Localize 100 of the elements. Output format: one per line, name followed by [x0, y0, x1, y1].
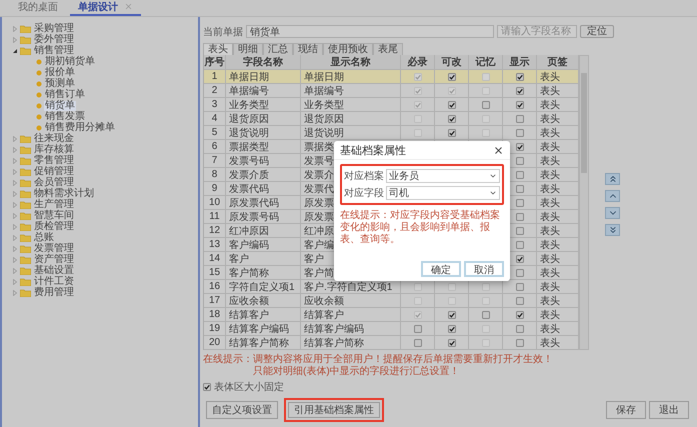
checkbox[interactable] [516, 338, 524, 346]
checkbox[interactable] [516, 156, 524, 164]
collapsed-triangle-icon[interactable] [12, 268, 18, 274]
checkbox[interactable] [516, 184, 524, 192]
checkbox[interactable] [516, 296, 524, 304]
section-tab[interactable]: 表头 [203, 43, 233, 55]
select-field[interactable]: 业务员 [386, 169, 500, 183]
tree-item[interactable]: 质检管理 [33, 222, 75, 232]
checkbox[interactable] [448, 128, 456, 136]
move-bottom-button[interactable] [605, 224, 620, 236]
dialog-button[interactable]: 确定 [421, 261, 461, 277]
tree-item[interactable]: 库存核算 [33, 144, 75, 154]
tree-item[interactable]: 销货单 [44, 100, 76, 110]
tree-item[interactable]: 预测单 [44, 78, 76, 88]
close-icon[interactable] [493, 144, 504, 156]
collapsed-triangle-icon[interactable] [12, 36, 18, 42]
collapsed-triangle-icon[interactable] [12, 190, 18, 196]
tree-item[interactable]: 销售发票 [44, 112, 86, 122]
checkbox[interactable] [516, 142, 524, 150]
select-field[interactable]: 司机 [386, 186, 500, 200]
collapsed-triangle-icon[interactable] [12, 158, 18, 164]
tree-item[interactable]: 采购管理 [33, 24, 75, 34]
tree-item[interactable]: 报价单 [44, 68, 76, 78]
scrollbar[interactable] [579, 55, 589, 350]
section-tab[interactable]: 明细 [233, 43, 263, 55]
collapsed-triangle-icon[interactable] [12, 26, 18, 32]
checkbox[interactable] [516, 212, 524, 220]
checkbox[interactable] [516, 72, 524, 80]
page-tab[interactable]: 我的桌面 [10, 0, 66, 16]
tree-item[interactable]: 资产管理 [33, 254, 75, 264]
action-button[interactable]: 退出 [649, 401, 689, 419]
checkbox[interactable] [516, 324, 524, 332]
checkbox[interactable] [448, 324, 456, 332]
locate-button[interactable]: 定位 [580, 25, 614, 38]
tree-item[interactable]: 智慧车间 [33, 210, 75, 220]
tree-item[interactable]: 委外管理 [33, 34, 75, 44]
checkbox[interactable] [482, 100, 490, 108]
tree-item[interactable]: 往来现金 [33, 134, 75, 144]
section-tab[interactable]: 表尾 [373, 43, 403, 55]
checkbox[interactable] [414, 338, 422, 346]
checkbox[interactable] [516, 100, 524, 108]
checkbox[interactable] [516, 254, 524, 262]
section-tab[interactable]: 现结 [293, 43, 323, 55]
collapsed-triangle-icon[interactable] [12, 146, 18, 152]
tree-item[interactable]: 发票管理 [33, 244, 75, 254]
collapsed-triangle-icon[interactable] [12, 290, 18, 296]
checkbox[interactable] [448, 114, 456, 122]
tree-item[interactable]: 基础设置 [33, 266, 75, 276]
checkbox[interactable] [516, 310, 524, 318]
collapsed-triangle-icon[interactable] [12, 180, 18, 186]
move-up-button[interactable] [605, 190, 620, 202]
tree-item[interactable]: 销售费用分摊单 [44, 122, 116, 132]
document-field[interactable]: 销货单 [246, 25, 494, 38]
checkbox[interactable] [516, 114, 524, 122]
checkbox[interactable] [516, 170, 524, 178]
tree-item[interactable]: 计件工资 [33, 276, 75, 286]
collapsed-triangle-icon[interactable] [12, 256, 18, 262]
checkbox[interactable] [482, 310, 490, 318]
collapsed-triangle-icon[interactable] [12, 202, 18, 208]
checkbox[interactable] [448, 100, 456, 108]
checkbox[interactable] [516, 198, 524, 206]
action-button[interactable]: 保存 [606, 401, 646, 419]
checkbox[interactable] [448, 310, 456, 318]
page-tab[interactable]: 单据设计 [70, 0, 141, 16]
tree-item[interactable]: 销售管理 [33, 46, 75, 56]
tree-item[interactable]: 会员管理 [33, 178, 75, 188]
section-tab[interactable]: 使用预收 [323, 43, 373, 55]
move-down-button[interactable] [605, 207, 620, 219]
checkbox[interactable] [516, 128, 524, 136]
tree-item[interactable]: 费用管理 [33, 288, 75, 298]
checkbox[interactable] [516, 268, 524, 276]
tree-item[interactable]: 生产管理 [33, 200, 75, 210]
expanded-triangle-icon[interactable] [12, 48, 18, 54]
collapsed-triangle-icon[interactable] [12, 168, 18, 174]
checkbox[interactable] [516, 86, 524, 94]
action-button[interactable]: 引用基础档案属性 [284, 398, 384, 422]
checkbox-label: 表体区大小固定 [214, 380, 284, 394]
collapsed-triangle-icon[interactable] [12, 278, 18, 284]
checkbox[interactable] [448, 338, 456, 346]
collapsed-triangle-icon[interactable] [12, 212, 18, 218]
tree-item[interactable]: 物料需求计划 [33, 188, 95, 198]
tree-item[interactable]: 促销管理 [33, 166, 75, 176]
checkbox[interactable] [516, 240, 524, 248]
tree-item[interactable]: 期初销货单 [44, 56, 96, 66]
collapsed-triangle-icon[interactable] [12, 224, 18, 230]
dialog-button[interactable]: 取消 [464, 261, 504, 277]
tree-item[interactable]: 总账 [33, 232, 55, 242]
checkbox[interactable] [203, 383, 211, 391]
tree-item[interactable]: 销售订单 [44, 90, 86, 100]
checkbox[interactable] [516, 282, 524, 290]
collapsed-triangle-icon[interactable] [12, 136, 18, 142]
collapsed-triangle-icon[interactable] [12, 234, 18, 240]
checkbox[interactable] [516, 226, 524, 234]
checkbox[interactable] [414, 324, 422, 332]
checkbox[interactable] [448, 72, 456, 80]
move-top-button[interactable] [605, 173, 620, 185]
action-button[interactable]: 自定义项设置 [206, 401, 278, 419]
section-tab[interactable]: 汇总 [263, 43, 293, 55]
collapsed-triangle-icon[interactable] [12, 246, 18, 252]
tree-item[interactable]: 零售管理 [33, 156, 75, 166]
